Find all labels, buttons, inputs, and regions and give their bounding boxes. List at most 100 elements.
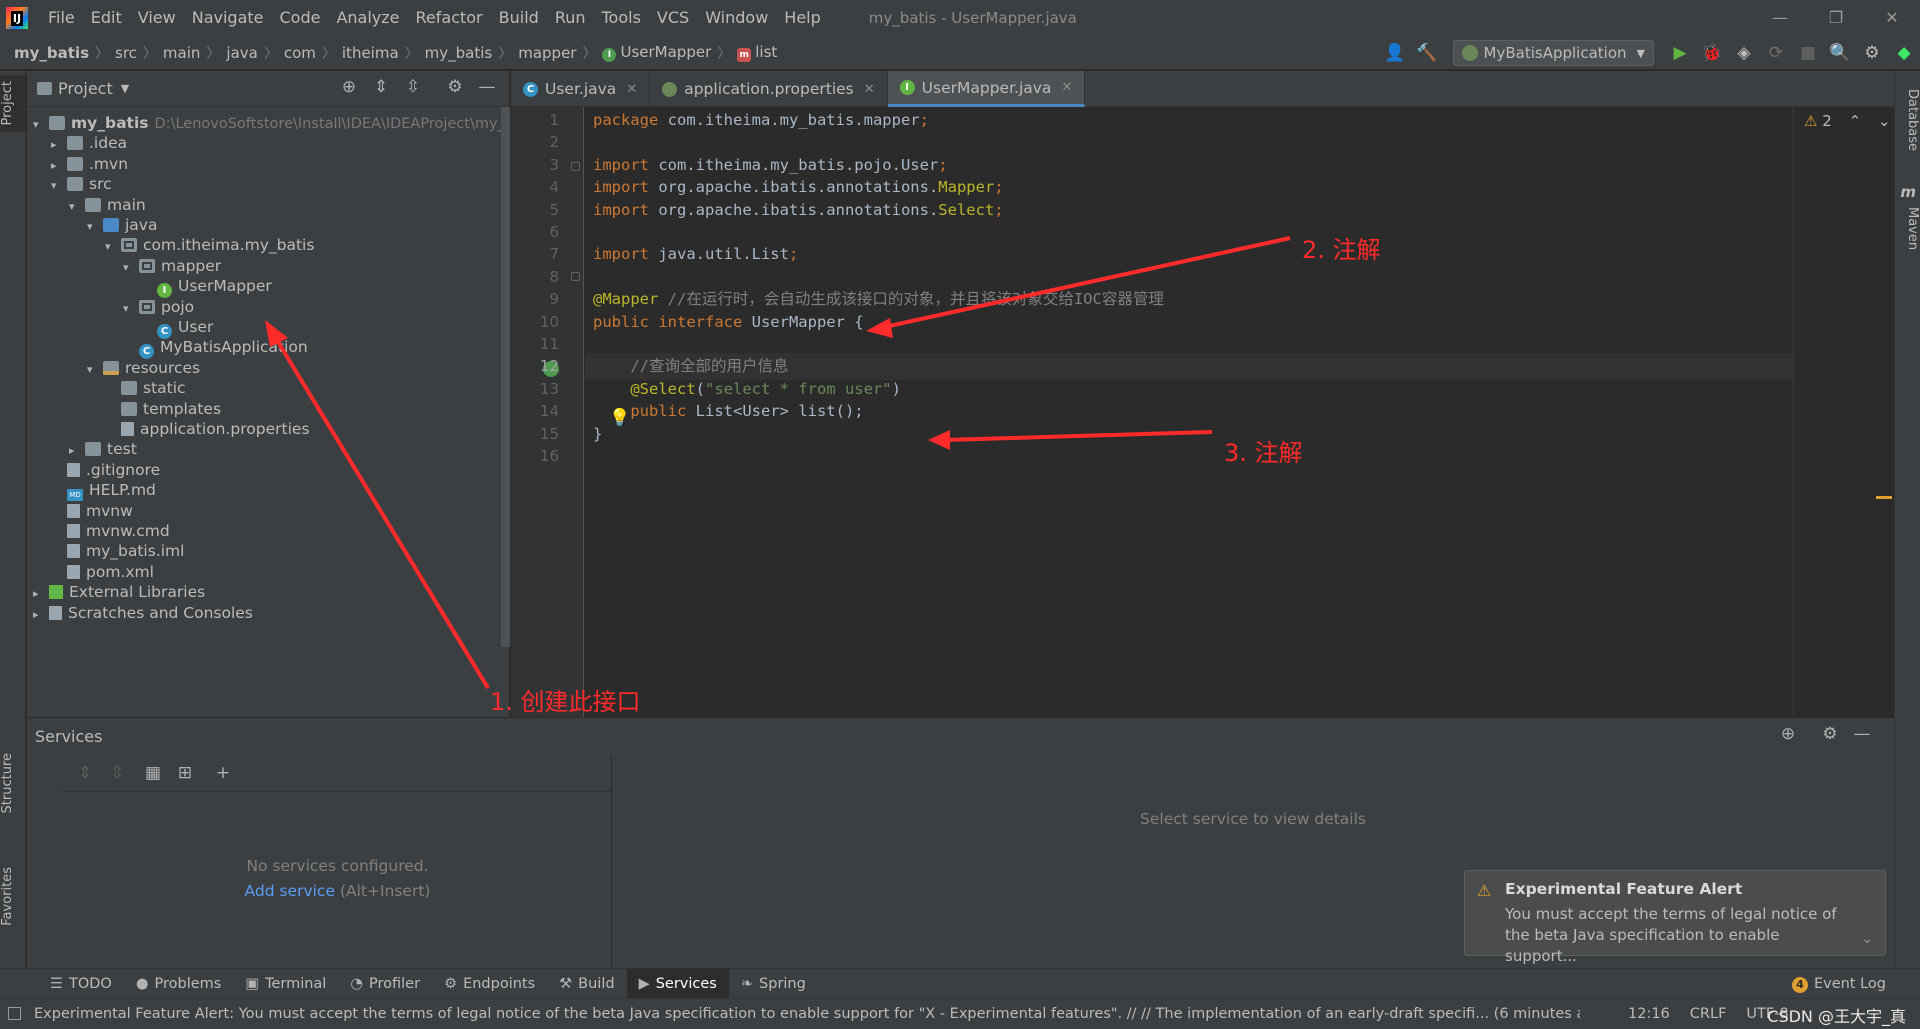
expand-arrow-icon[interactable]: ▾ xyxy=(33,112,49,137)
editor-tab[interactable]: application.properties ✕ xyxy=(650,71,888,107)
toolwindow-problems[interactable]: ● Problems xyxy=(124,969,234,999)
line-separator[interactable]: CRLF xyxy=(1680,999,1737,1029)
breadcrumb-item[interactable]: mapper xyxy=(514,44,580,62)
menu-view[interactable]: View xyxy=(130,0,184,36)
menu-tools[interactable]: Tools xyxy=(594,0,649,36)
add-service-link[interactable]: Add service xyxy=(245,882,335,900)
expand-arrow-icon[interactable]: ▾ xyxy=(123,255,139,280)
chevron-down-icon[interactable]: ▼ xyxy=(121,82,129,95)
toolwindow-endpoints[interactable]: ⚙ Endpoints xyxy=(432,969,547,999)
menu-window[interactable]: Window xyxy=(697,0,776,36)
menu-code[interactable]: Code xyxy=(272,0,329,36)
profile-icon[interactable]: ⟳ xyxy=(1760,43,1792,63)
toolwindow-spring[interactable]: ❧ Spring xyxy=(729,969,818,999)
expand-arrow-icon[interactable]: ▾ xyxy=(87,357,103,382)
database-tool-tab[interactable]: Database xyxy=(1894,83,1920,157)
collapse-all-icon[interactable]: ⇳ xyxy=(397,77,429,97)
problems-icon: ● xyxy=(135,975,149,992)
tree-scrollbar[interactable] xyxy=(501,107,510,647)
locate-target-icon[interactable]: ⊕ xyxy=(333,77,365,97)
menu-help[interactable]: Help xyxy=(776,0,828,36)
notification-balloon[interactable]: ⚠ Experimental Feature Alert You must ac… xyxy=(1464,870,1886,965)
tree-item[interactable]: ▸ Scratches and Consoles xyxy=(33,601,253,626)
breadcrumb-item[interactable]: my_batis xyxy=(421,44,497,62)
event-log-button[interactable]: 4 Event Log xyxy=(1791,969,1886,999)
group-by-icon[interactable]: ▦ xyxy=(137,763,169,783)
warning-marker[interactable] xyxy=(1876,496,1892,499)
menu-run[interactable]: Run xyxy=(547,0,594,36)
minimize-button[interactable]: — xyxy=(1752,0,1808,36)
stop-icon[interactable]: ■ xyxy=(1792,43,1824,63)
next-highlight-icon[interactable]: ⌄ xyxy=(1878,112,1891,130)
settings-gear-icon[interactable]: ⚙ xyxy=(1814,724,1846,744)
maven-tool-tab[interactable]: Maven xyxy=(1894,201,1920,256)
globe-icon[interactable]: ⊕ xyxy=(1772,724,1804,744)
previous-highlight-icon[interactable]: ⌃ xyxy=(1849,112,1862,130)
menu-refactor[interactable]: Refactor xyxy=(408,0,491,36)
debug-icon[interactable]: 🐞 xyxy=(1696,43,1728,63)
breadcrumb-item[interactable]: src xyxy=(111,44,141,62)
caret-position[interactable]: 12:16 xyxy=(1618,999,1680,1029)
breadcrumb-item[interactable]: itheima xyxy=(338,44,403,62)
toggle-tool-windows-icon[interactable] xyxy=(8,1007,21,1020)
tool-window-bar: ☰ TODO ● Problems ▣ Terminal ◔ Profiler ⚙ Endpoin… xyxy=(0,968,1920,999)
editor-tab[interactable]: I UserMapper.java ✕ xyxy=(887,71,1086,107)
hide-panel-icon[interactable]: — xyxy=(471,77,503,97)
code-editor[interactable]: 💡 package com.itheima.my_batis.mapper; im… xyxy=(585,107,1793,717)
expand-arrow-icon[interactable]: ▾ xyxy=(105,234,121,259)
menu-file[interactable]: File xyxy=(40,0,83,36)
menu-vcs[interactable]: VCS xyxy=(649,0,697,36)
expand-arrow-icon[interactable]: ▾ xyxy=(87,214,103,239)
add-service-icon[interactable]: + xyxy=(207,763,239,783)
close-tab-icon[interactable]: ✕ xyxy=(626,82,637,97)
fold-marker-icon[interactable] xyxy=(571,272,580,281)
menu-build[interactable]: Build xyxy=(491,0,547,36)
close-tab-icon[interactable]: ✕ xyxy=(1061,80,1072,95)
toolwindow-terminal[interactable]: ▣ Terminal xyxy=(233,969,338,999)
collapse-arrow-icon[interactable]: ▸ xyxy=(33,602,49,627)
jetbrains-toolbox-icon[interactable]: ◆ xyxy=(1888,43,1920,63)
toolwindow-profiler[interactable]: ◔ Profiler xyxy=(338,969,432,999)
project-tool-tab[interactable]: Project xyxy=(0,75,26,132)
menu-navigate[interactable]: Navigate xyxy=(184,0,272,36)
menu-analyze[interactable]: Analyze xyxy=(328,0,407,36)
new-tab-icon[interactable]: ⊞ xyxy=(169,763,201,783)
close-tab-icon[interactable]: ✕ xyxy=(864,82,875,97)
inspection-widget[interactable]: ⚠ 2 ⌃ ⌄ xyxy=(1804,112,1891,130)
toolwindow-build[interactable]: ⚒ Build xyxy=(547,969,626,999)
status-message[interactable]: Experimental Feature Alert: You must acc… xyxy=(34,999,1580,1029)
tree-item-label: mvnw xyxy=(86,501,133,520)
expand-arrow-icon[interactable]: ▾ xyxy=(69,194,85,219)
toolwindow-services[interactable]: ▶ Services xyxy=(626,968,729,999)
menu-edit[interactable]: Edit xyxy=(83,0,130,36)
collapse-all-icon[interactable]: ⇳ xyxy=(101,763,133,783)
search-icon[interactable]: 🔍 xyxy=(1824,43,1856,63)
expand-all-icon[interactable]: ⇕ xyxy=(69,763,101,783)
breadcrumb-item[interactable]: m list xyxy=(733,43,781,62)
chevron-down-icon[interactable]: ⌄ xyxy=(1861,931,1873,947)
breadcrumb-item[interactable]: I UserMapper xyxy=(598,43,715,62)
expand-arrow-icon[interactable]: ▾ xyxy=(51,173,67,198)
restore-button[interactable]: ❐ xyxy=(1808,0,1864,36)
run-config-select[interactable]: MyBatisApplication ▼ xyxy=(1452,40,1654,66)
expand-arrow-icon[interactable]: ▾ xyxy=(123,296,139,321)
breadcrumb-item[interactable]: main xyxy=(159,44,204,62)
expand-all-icon[interactable]: ⇕ xyxy=(365,77,397,97)
editor-tab[interactable]: C User.java ✕ xyxy=(511,71,651,107)
user-icon[interactable]: 👤 xyxy=(1379,43,1411,63)
hide-panel-icon[interactable]: — xyxy=(1846,724,1878,744)
coverage-icon[interactable]: ◈ xyxy=(1728,43,1760,63)
breadcrumb-item[interactable]: com xyxy=(280,44,320,62)
settings-gear-icon[interactable]: ⚙ xyxy=(439,77,471,97)
favorites-tool-tab[interactable]: Favorites xyxy=(0,861,26,932)
build-hammer-icon[interactable]: 🔨 xyxy=(1411,43,1443,63)
breadcrumb-item[interactable]: java xyxy=(222,44,261,62)
breadcrumb-item[interactable]: my_batis xyxy=(0,44,93,62)
close-window-button[interactable]: ✕ xyxy=(1864,0,1920,36)
settings-gear-icon[interactable]: ⚙ xyxy=(1856,43,1888,63)
structure-tool-tab[interactable]: Structure xyxy=(0,747,26,819)
fold-marker-icon[interactable] xyxy=(571,162,580,171)
project-view-selector[interactable]: Project xyxy=(58,79,113,98)
toolwindow-todo[interactable]: ☰ TODO xyxy=(38,969,124,999)
run-icon[interactable]: ▶ xyxy=(1664,43,1696,63)
